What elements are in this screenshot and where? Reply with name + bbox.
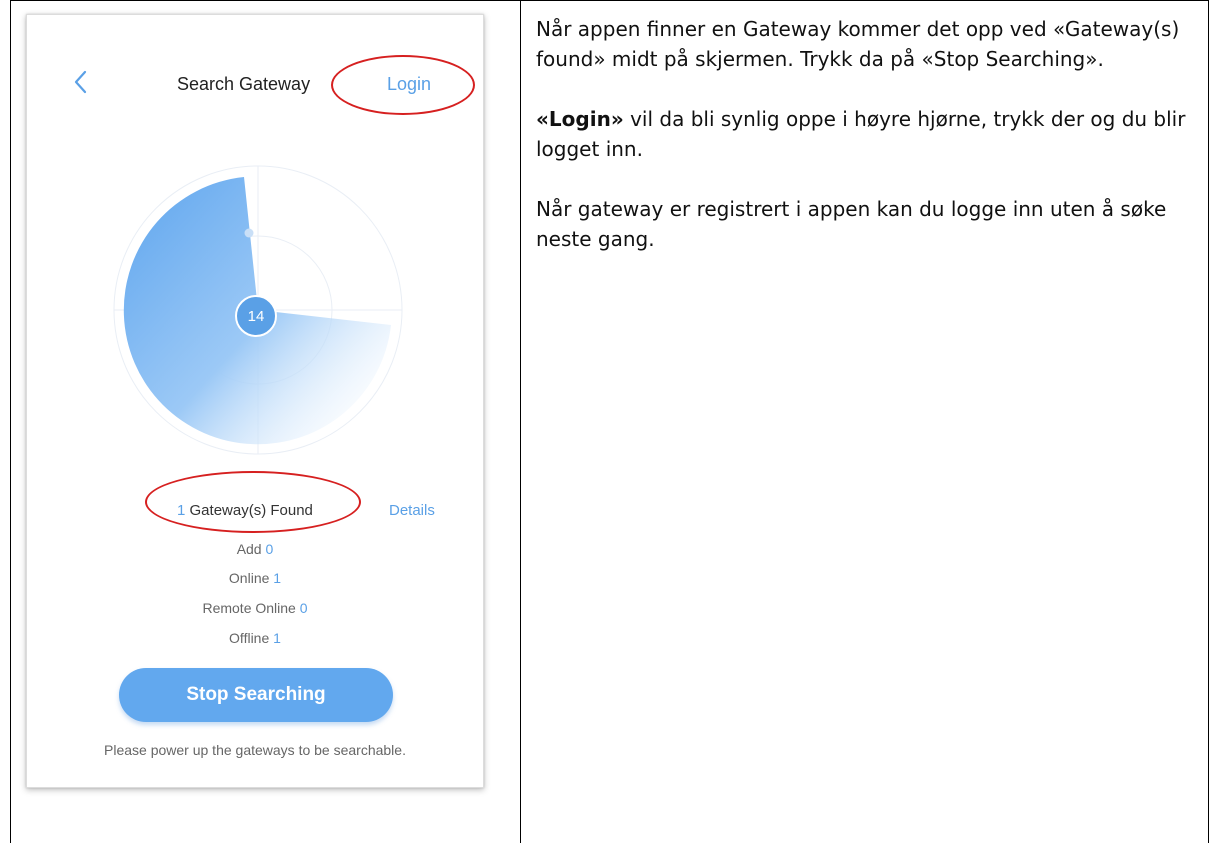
table-top-border xyxy=(10,0,1209,1)
paragraph-found: Når appen finner en Gateway kommer det o… xyxy=(536,17,1180,71)
stat-remote-online: Remote Online 0 xyxy=(202,600,308,616)
phone-screenshot: Search Gateway Login 14 1 Gateway(s) Fou… xyxy=(26,14,484,788)
page-title: Search Gateway xyxy=(177,74,311,94)
stat-add: Add 0 xyxy=(236,541,274,557)
stat-online: Online 1 xyxy=(228,570,282,586)
radar-count: 14 xyxy=(247,307,265,325)
power-up-hint: Please power up the gateways to be searc… xyxy=(104,742,406,758)
back-chevron-icon[interactable] xyxy=(71,69,91,95)
login-highlight-circle xyxy=(331,55,475,115)
radar-count-badge: 14 xyxy=(235,295,277,337)
paragraph-registered: Når gateway er registrert i appen kan du… xyxy=(536,197,1167,251)
table-column-divider xyxy=(520,0,521,843)
stop-searching-button[interactable]: Stop Searching xyxy=(119,668,393,722)
login-instruction: vil da bli synlig oppe i høyre hjørne, t… xyxy=(536,107,1186,161)
paragraph-login: «Login» vil da bli synlig oppe i høyre h… xyxy=(536,104,1196,164)
found-highlight-circle xyxy=(145,471,361,533)
stat-offline: Offline 1 xyxy=(229,630,281,646)
details-link[interactable]: Details xyxy=(389,502,435,519)
instruction-text: Når appen finner en Gateway kommer det o… xyxy=(536,14,1196,284)
login-keyword: «Login» xyxy=(536,107,624,131)
table-right-border xyxy=(1208,0,1209,843)
table-left-border xyxy=(10,0,11,843)
